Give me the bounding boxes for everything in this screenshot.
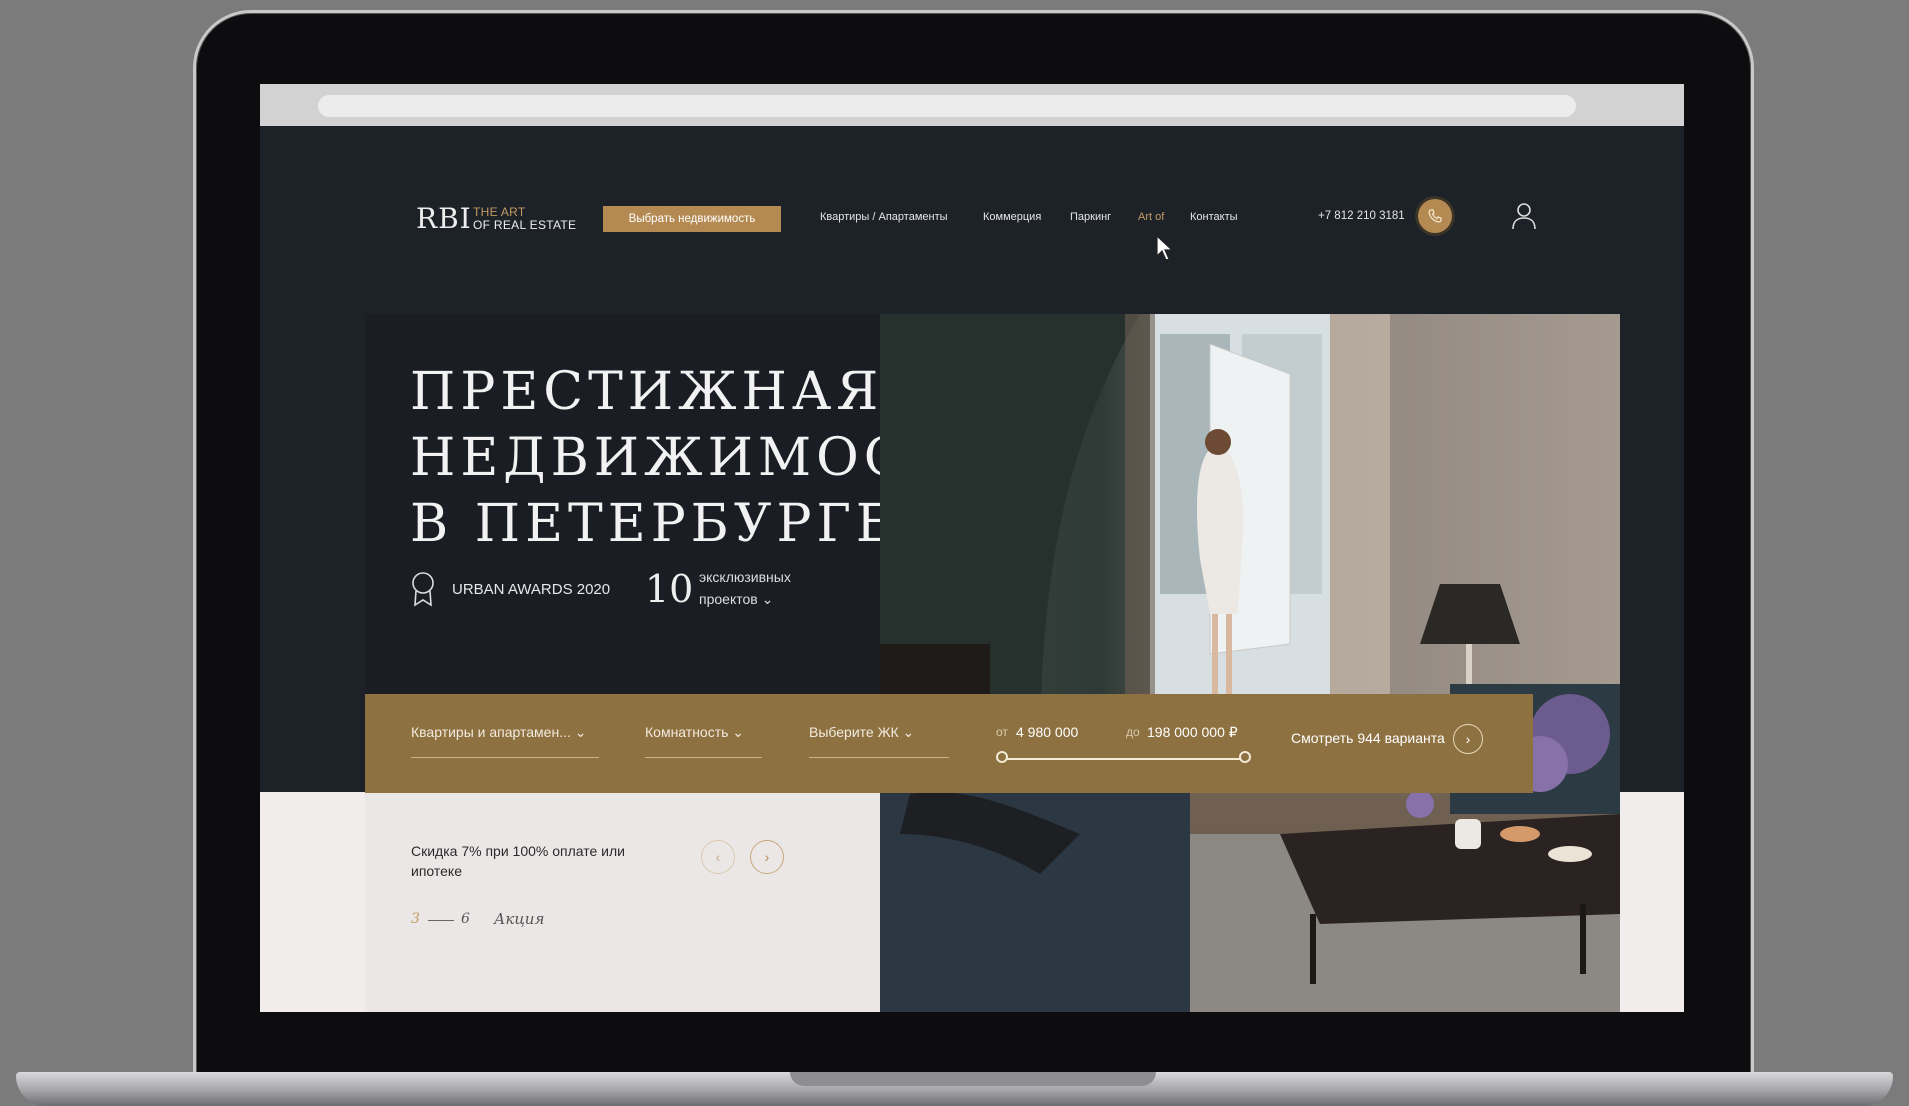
laptop-screen: RBI THE ART OF REAL ESTATE Выбрать недви… [260,84,1684,1012]
price-max-handle[interactable] [1239,751,1251,763]
browser-toolbar [260,84,1684,126]
rooms-underline [645,757,762,758]
price-to-label: до [1126,725,1140,739]
address-bar[interactable] [318,95,1576,117]
projects-count: 10 [645,567,694,611]
phone-icon[interactable] [1418,199,1452,233]
slide-divider [428,920,454,921]
rooms-select[interactable]: Комнатность ⌄ [645,724,744,741]
logo-mark[interactable]: RBI [416,202,472,235]
complex-select[interactable]: Выберите ЖК ⌄ [809,724,914,741]
price-range-slider[interactable] [1001,758,1244,760]
nav-apartments[interactable]: Квартиры / Апартаменты [820,211,948,223]
chevron-right-icon[interactable]: › [750,840,784,874]
user-icon[interactable] [1510,201,1538,231]
property-type-select[interactable]: Квартиры и апартамен... ⌄ [411,724,587,741]
price-min-handle[interactable] [996,751,1008,763]
nav-parking[interactable]: Паркинг [1070,211,1111,223]
phone-number[interactable]: +7 812 210 3181 [1318,210,1405,222]
chevron-right-icon[interactable]: › [1453,724,1483,754]
slide-current: 3 [411,911,420,927]
price-to-value[interactable]: 198 000 000 ₽ [1147,724,1238,741]
chevron-left-icon[interactable]: ‹ [701,840,735,874]
logo-tagline-bottom: OF REAL ESTATE [473,218,577,232]
award-ribbon-icon [410,571,436,607]
projects-dropdown[interactable]: проектов ⌄ [699,591,773,608]
promo-tag: Акция [494,910,545,928]
award-label: URBAN AWARDS 2020 [452,581,611,598]
show-results-button[interactable]: Смотреть 944 варианта [1291,730,1445,746]
nav-commercial[interactable]: Коммерция [983,211,1041,223]
promo-panel [365,793,880,1012]
nav-art-of[interactable]: Art of [1138,211,1164,223]
projects-label[interactable]: эксклюзивных [699,569,791,585]
cursor-icon [1155,234,1177,262]
choose-property-button[interactable]: Выбрать недвижимость [603,206,781,232]
logo-tagline-top: THE ART [473,205,526,219]
nav-contacts[interactable]: Контакты [1190,211,1238,223]
slide-total: 6 [461,911,470,927]
hero-photo [880,314,1620,1012]
laptop-notch [790,1072,1156,1086]
promo-text: Скидка 7% при 100% оплате или ипотеке [411,843,625,879]
complex-underline [809,757,949,758]
price-from-label: от [996,725,1008,739]
price-from-value[interactable]: 4 980 000 [1016,724,1078,740]
property-type-underline [411,757,599,758]
